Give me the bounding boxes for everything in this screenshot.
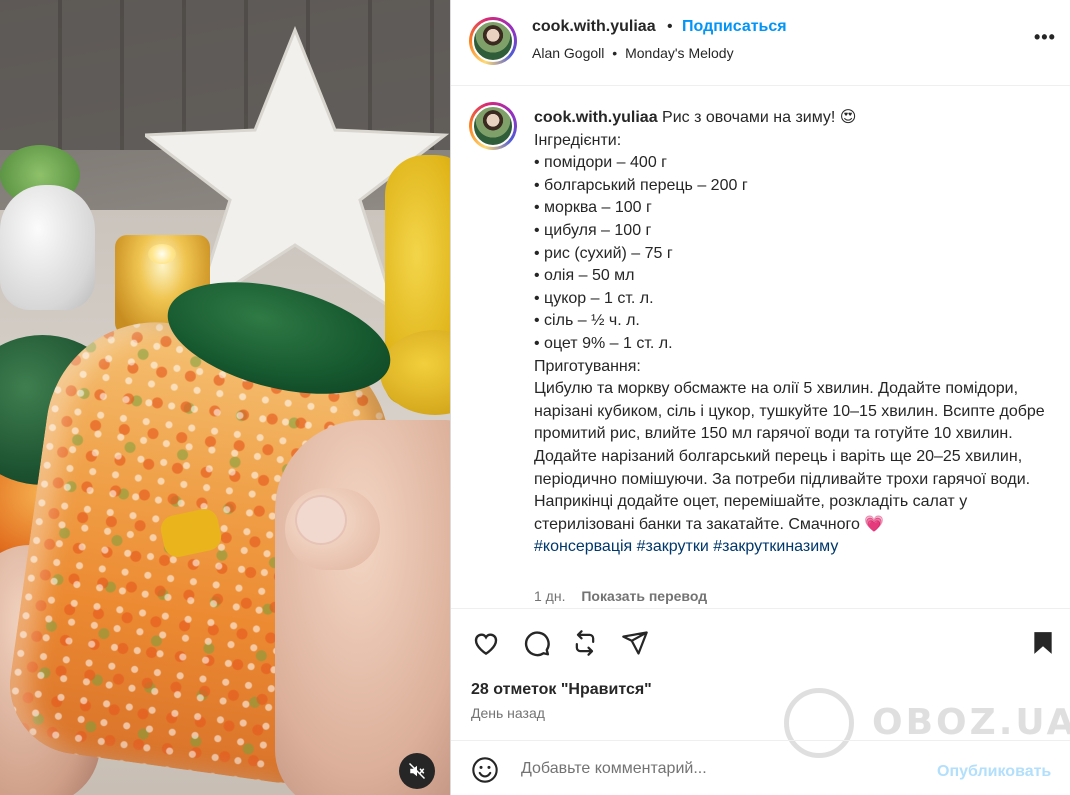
repost-button[interactable]	[569, 627, 601, 659]
like-button[interactable]	[470, 627, 502, 659]
action-bar	[451, 608, 1070, 668]
ingredients-heading: Інгредієнти:	[534, 131, 622, 149]
mute-button[interactable]	[399, 753, 435, 789]
ingredient-item: • рис (сухий) – 75 г	[534, 244, 673, 262]
ingredient-item: • оцет 9% – 1 ст. л.	[534, 334, 673, 352]
post-time: День назад	[471, 705, 545, 721]
audio-artist: Alan Gogoll	[532, 45, 605, 61]
share-icon	[622, 631, 648, 655]
speaker-muted-icon	[408, 762, 426, 780]
translate-button[interactable]: Показать перевод	[581, 588, 707, 604]
caption-title: Рис з овочами на зиму! 😍	[662, 109, 857, 126]
header-separator: •	[667, 18, 673, 35]
avatar-image	[472, 20, 514, 62]
likes-count[interactable]: 28 отметок "Нравится"	[471, 681, 652, 699]
ingredient-item: • помідори – 400 г	[534, 154, 667, 172]
ingredient-item: • цукор – 1 ст. л.	[534, 289, 654, 307]
more-options-button[interactable]: •••	[1034, 27, 1056, 48]
ingredient-item: • болгарський перець – 200 г	[534, 176, 748, 194]
audio-track: Monday's Melody	[625, 45, 734, 61]
comment-form: Опубликовать	[451, 740, 1070, 795]
follow-button[interactable]: Подписаться	[682, 18, 787, 36]
author-username[interactable]: cook.with.yuliaa	[532, 18, 656, 36]
method-heading: Приготування:	[534, 357, 641, 375]
audio-attribution[interactable]: Alan Gogoll • Monday's Melody	[532, 45, 734, 61]
thumbnail-nail	[295, 495, 347, 545]
publish-button[interactable]: Опубликовать	[937, 763, 1051, 781]
repost-icon	[575, 630, 595, 656]
comment-input[interactable]	[521, 758, 921, 780]
caption-username[interactable]: cook.with.yuliaa	[534, 109, 658, 126]
post-caption: cook.with.yuliaa Рис з овочами на зиму! …	[534, 107, 1054, 559]
ingredient-item: • сіль – ½ ч. л.	[534, 312, 640, 330]
smiley-icon	[472, 757, 498, 783]
post-media[interactable]	[0, 0, 450, 795]
ingredient-item: • морква – 100 г	[534, 199, 652, 217]
post-sidebar: cook.with.yuliaa • Подписаться Alan Gogo…	[450, 0, 1070, 795]
method-text: Цибулю та моркву обсмажте на олії 5 хвил…	[534, 380, 1045, 533]
hashtags-link[interactable]: #консервація #закрутки #закруткиназиму	[534, 536, 1054, 559]
save-button[interactable]	[1027, 627, 1059, 659]
avatar-image	[472, 105, 514, 147]
candle-flame	[148, 244, 176, 264]
ingredient-item: • олія – 50 мл	[534, 267, 635, 285]
ingredient-item: • цибуля – 100 г	[534, 221, 652, 239]
comment-icon	[524, 631, 550, 657]
author-avatar[interactable]	[469, 17, 517, 65]
emoji-button[interactable]	[471, 756, 499, 784]
watermark-text: OBOZ.UA	[872, 702, 1070, 743]
caption-meta: 1 дн. Показать перевод	[534, 588, 707, 604]
heart-icon	[474, 633, 498, 656]
white-pot-decoration	[0, 185, 95, 310]
bookmark-icon	[1034, 632, 1052, 654]
post-header: cook.with.yuliaa • Подписаться Alan Gogo…	[451, 0, 1070, 86]
right-hand	[275, 420, 450, 795]
caption-author-avatar[interactable]	[469, 102, 517, 150]
audio-separator: •	[612, 45, 618, 61]
post-age: 1 дн.	[534, 588, 566, 604]
share-button[interactable]	[619, 627, 651, 659]
comment-button[interactable]	[520, 627, 552, 659]
